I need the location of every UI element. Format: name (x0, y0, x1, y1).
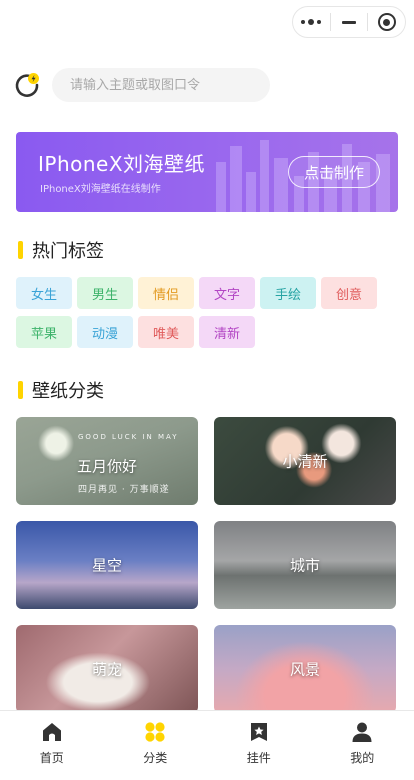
tag-item[interactable]: 动漫 (77, 316, 133, 348)
tab-label: 首页 (39, 751, 64, 765)
categories-title: 壁纸分类 (32, 381, 104, 402)
hot-tags-list: 女生 男生 情侣 文字 手绘 创意 苹果 动漫 唯美 清新 (16, 277, 398, 348)
tab-label: 我的 (350, 751, 375, 765)
category-card-scenery[interactable]: 风景 (214, 625, 396, 713)
heading-accent-bar (18, 381, 23, 399)
more-button[interactable] (293, 7, 330, 37)
tag-item[interactable]: 清新 (199, 316, 255, 348)
tab-label: 挂件 (246, 751, 271, 765)
banner-make-button[interactable]: 点击制作 (288, 156, 380, 188)
category-label: 五月你好 (76, 457, 137, 476)
banner-title: IPhoneX刘海壁纸 (38, 152, 206, 176)
tag-item[interactable]: 男生 (77, 277, 133, 309)
close-button[interactable] (368, 7, 405, 37)
home-icon (42, 723, 61, 741)
minimize-button[interactable] (331, 7, 368, 37)
category-card-may[interactable]: GOOD LUCK IN MAY 五月你好 四月再见 · 万事顺遂 (16, 417, 198, 505)
category-card-starry[interactable]: 星空 (16, 521, 198, 609)
tag-item[interactable]: 创意 (321, 277, 377, 309)
tab-category[interactable]: 分类 (104, 711, 208, 780)
category-label: 小清新 (282, 452, 328, 471)
tab-mine[interactable]: 我的 (311, 711, 414, 780)
search-row (14, 68, 400, 102)
tag-item[interactable]: 苹果 (16, 316, 72, 348)
bottom-tab-bar: 首页 分类 挂件 我的 (0, 710, 414, 780)
pendant-star-icon (250, 723, 267, 741)
category-grid: GOOD LUCK IN MAY 五月你好 四月再见 · 万事顺遂 小清新 星空… (16, 417, 398, 713)
user-icon (352, 722, 372, 742)
hot-tags-title: 热门标签 (32, 241, 104, 262)
heading-accent-bar (18, 241, 23, 259)
tag-item[interactable]: 唯美 (138, 316, 194, 348)
category-card-city[interactable]: 城市 (214, 521, 396, 609)
category-card-pets[interactable]: 萌宠 (16, 625, 198, 713)
tag-item[interactable]: 文字 (199, 277, 255, 309)
hot-tags-heading: 热门标签 (18, 239, 104, 262)
minus-icon (342, 20, 356, 24)
tab-pendant[interactable]: 挂件 (207, 711, 311, 780)
category-label: 星空 (91, 556, 122, 575)
card-tagline-top: GOOD LUCK IN MAY (78, 433, 179, 441)
tag-item[interactable]: 手绘 (260, 277, 316, 309)
target-icon (377, 13, 396, 31)
miniprogram-capsule (292, 6, 406, 38)
category-label: 萌宠 (91, 660, 122, 679)
search-input[interactable] (52, 68, 270, 102)
lightning-logo-icon[interactable] (14, 72, 40, 98)
banner[interactable]: IPhoneX刘海壁纸 IPhoneX刘海壁纸在线制作 点击制作 (16, 132, 398, 212)
more-dots-icon (301, 19, 322, 25)
category-label: 城市 (289, 556, 320, 575)
categories-heading: 壁纸分类 (18, 379, 104, 402)
card-tagline-bottom: 四月再见 · 万事顺遂 (78, 485, 170, 495)
category-label: 风景 (289, 660, 320, 679)
tab-label: 分类 (143, 751, 168, 765)
tag-item[interactable]: 情侣 (138, 277, 194, 309)
tab-home[interactable]: 首页 (0, 711, 104, 780)
category-card-fresh[interactable]: 小清新 (214, 417, 396, 505)
banner-subtitle: IPhoneX刘海壁纸在线制作 (40, 184, 161, 195)
category-grid-icon (145, 722, 165, 742)
tag-item[interactable]: 女生 (16, 277, 72, 309)
